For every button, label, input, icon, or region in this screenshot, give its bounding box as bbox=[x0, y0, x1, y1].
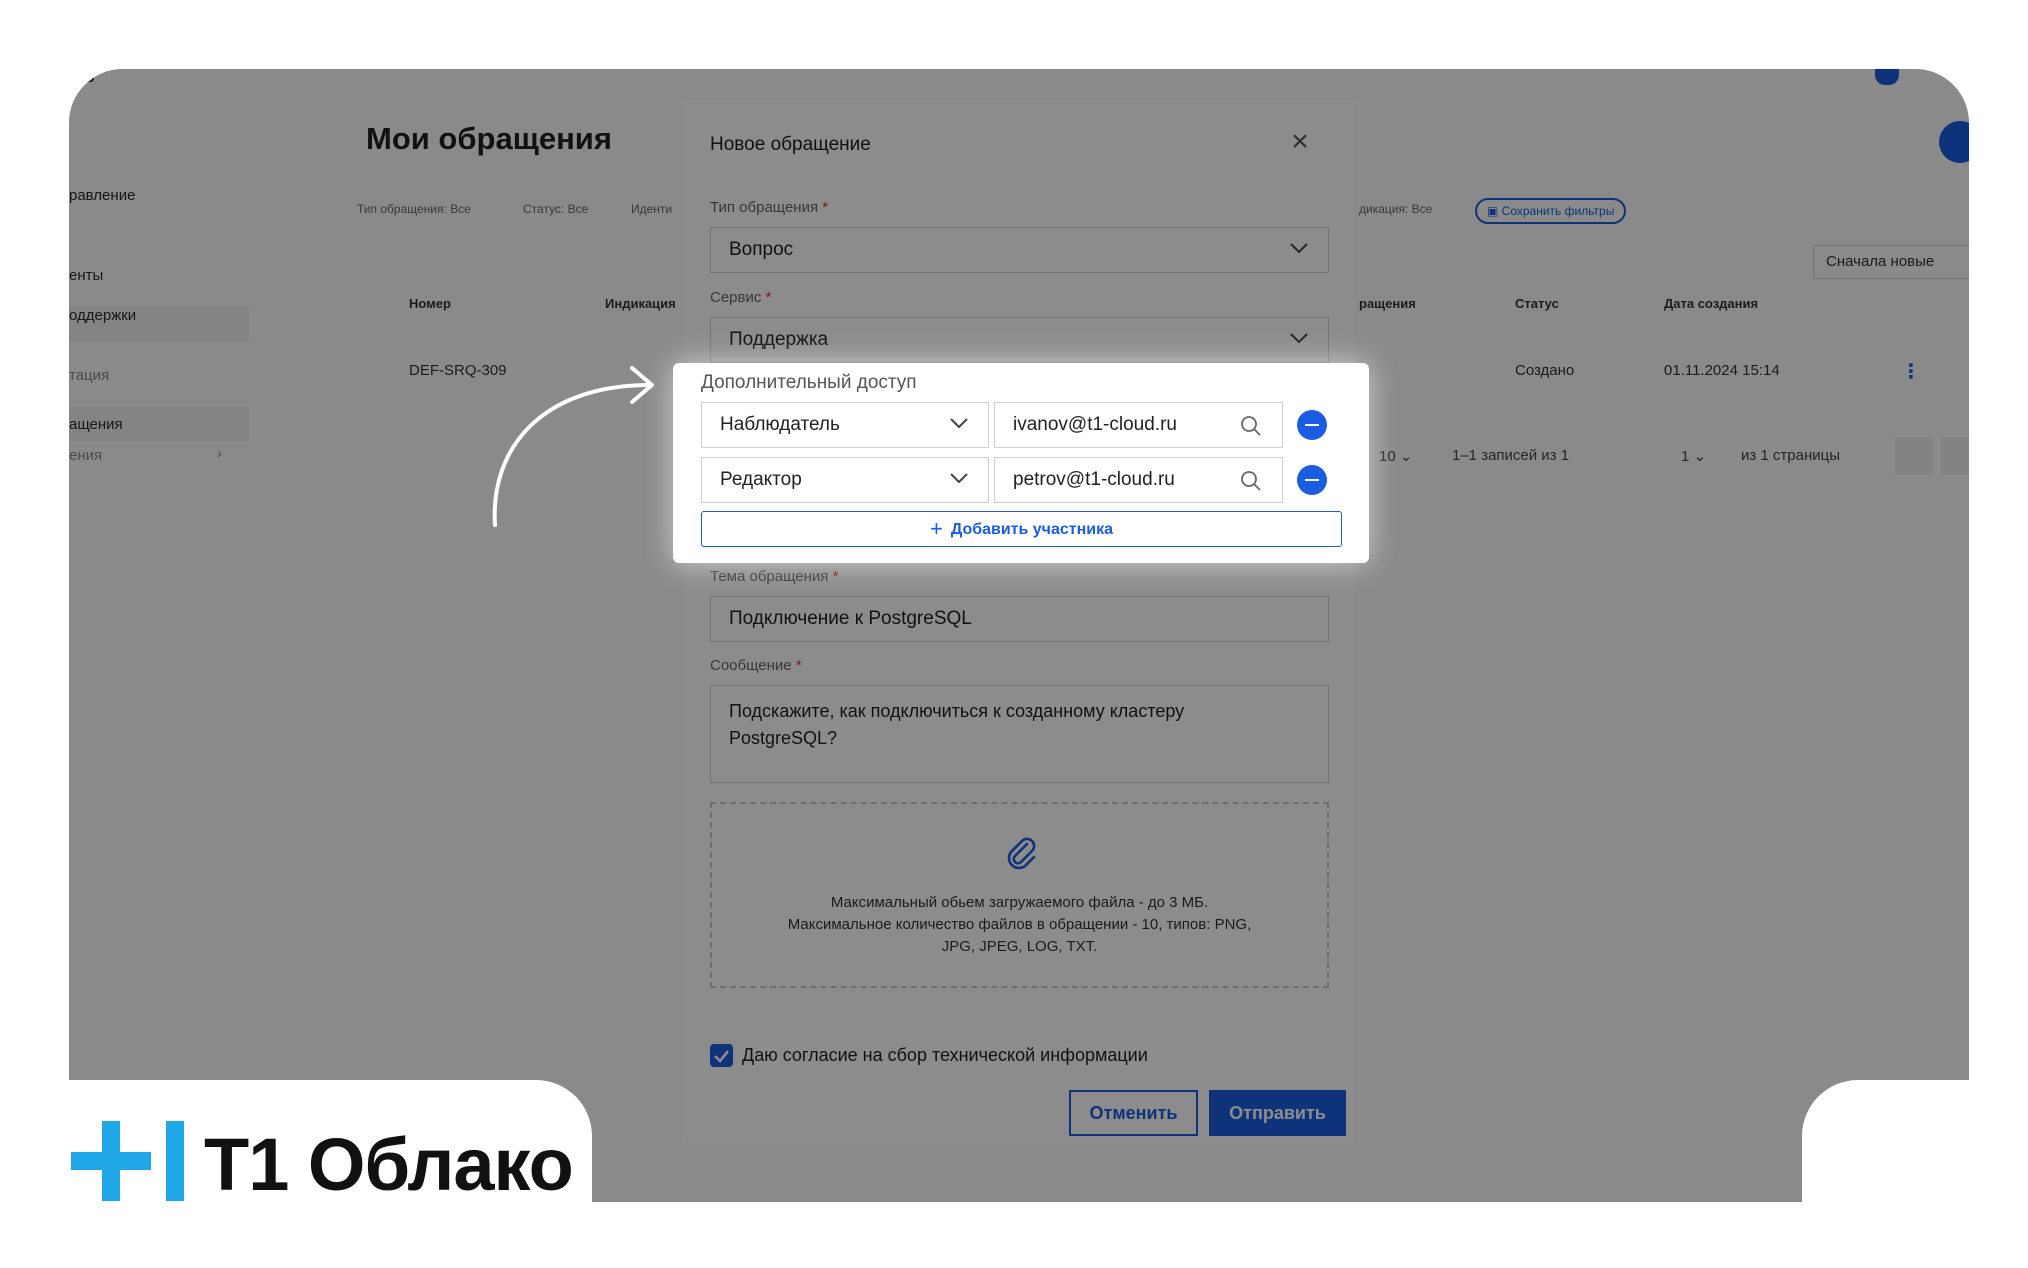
additional-access-title: Дополнительный доступ bbox=[701, 372, 917, 393]
new-request-modal: Новое обращение × Тип обращения * Вопрос… bbox=[683, 100, 1355, 1143]
canvas: ко равление енты оддержки тация ащения е… bbox=[0, 0, 2028, 1268]
role-select-value: Наблюдатель bbox=[720, 414, 840, 435]
chevron-down-icon bbox=[950, 418, 968, 429]
email-input-value: petrov@t1-cloud.ru bbox=[1013, 469, 1175, 490]
chevron-down-icon bbox=[950, 473, 968, 484]
search-icon bbox=[1241, 416, 1261, 436]
t1-logo-icon bbox=[71, 1121, 184, 1201]
role-select-2[interactable]: Редактор bbox=[701, 457, 989, 503]
email-input-2[interactable]: petrov@t1-cloud.ru bbox=[994, 457, 1283, 503]
additional-access-card: Дополнительный доступ Наблюдатель ivanov… bbox=[673, 363, 1369, 563]
callout-arrow-icon bbox=[492, 366, 654, 527]
role-select-1[interactable]: Наблюдатель bbox=[701, 402, 989, 448]
modal-dim bbox=[683, 100, 1355, 1143]
corner-cutout-right bbox=[1802, 1080, 2028, 1268]
add-participant-button[interactable]: + Добавить участника bbox=[701, 511, 1342, 547]
add-participant-label: Добавить участника bbox=[950, 521, 1114, 538]
search-icon bbox=[1241, 471, 1261, 491]
remove-participant-icon[interactable] bbox=[1297, 465, 1327, 495]
email-input-value: ivanov@t1-cloud.ru bbox=[1013, 414, 1177, 435]
role-select-value: Редактор bbox=[720, 469, 802, 490]
plus-icon: + bbox=[929, 516, 943, 541]
brand-name: T1 Облако bbox=[204, 1123, 574, 1206]
remove-participant-icon[interactable] bbox=[1297, 410, 1327, 440]
email-input-1[interactable]: ivanov@t1-cloud.ru bbox=[994, 402, 1283, 448]
